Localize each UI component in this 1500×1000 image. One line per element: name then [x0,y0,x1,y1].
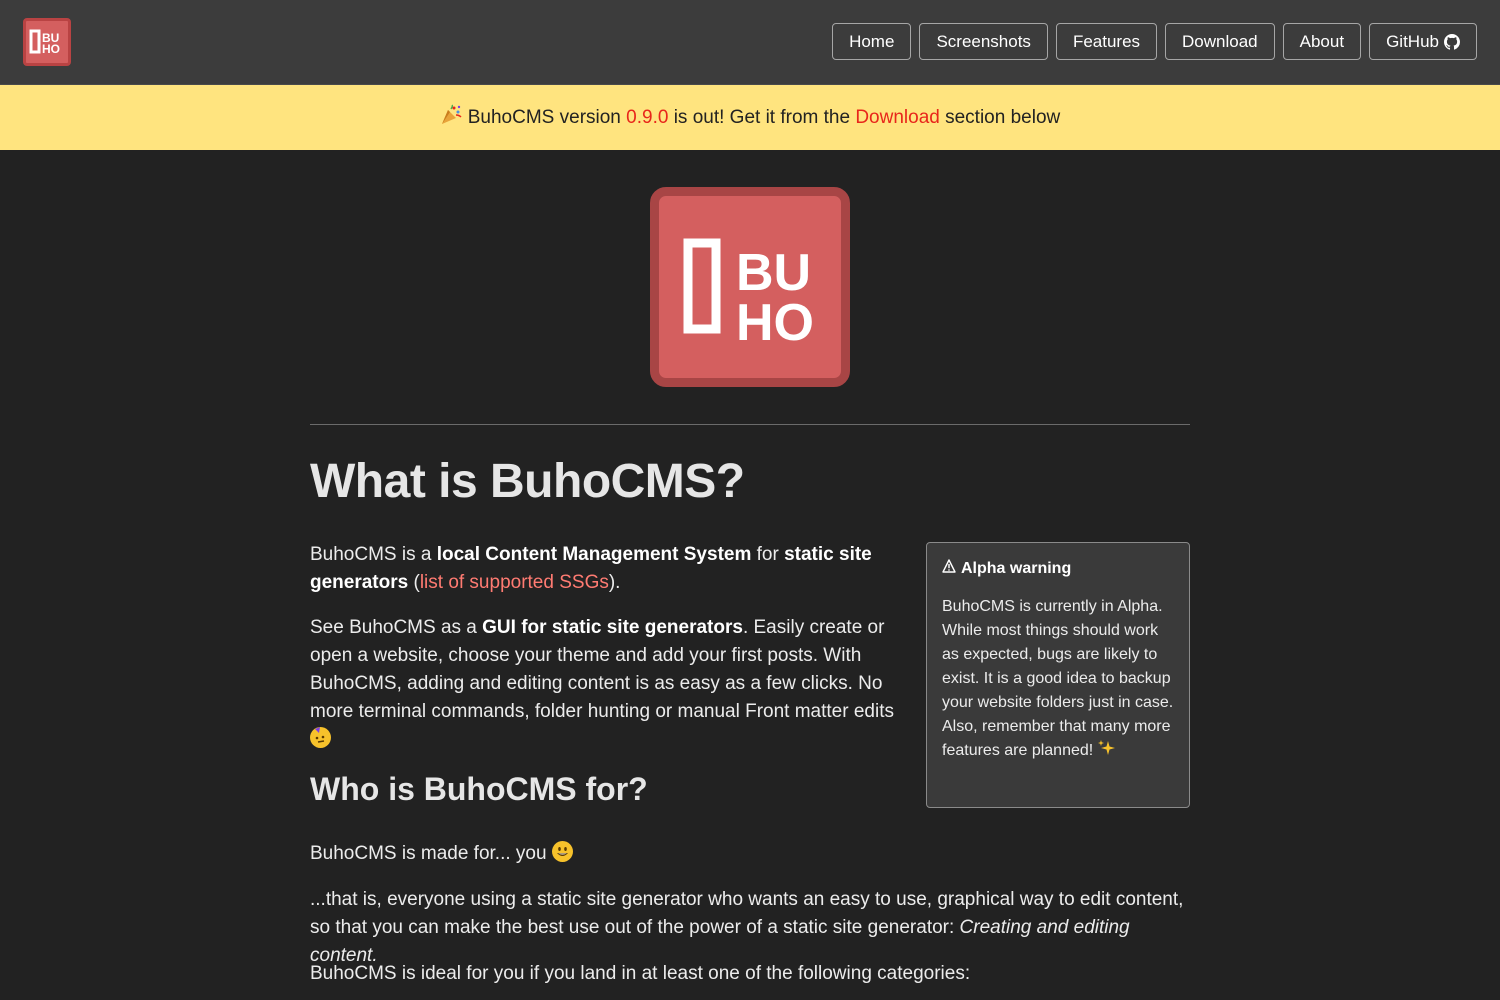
intro-paragraph: BuhoCMS is a local Content Management Sy… [310,541,900,597]
party-popper-icon [440,103,462,132]
alpha-warning-body: BuhoCMS is currently in Alpha. While mos… [942,595,1174,765]
alpha-warning-body-text: BuhoCMS is currently in Alpha. While mos… [942,598,1174,759]
supported-ssgs-link[interactable]: list of supported SSGs [420,572,609,593]
nav-features-button[interactable]: Features [1055,23,1158,60]
page-title: What is BuhoCMS? [310,455,745,508]
everyone-paragraph: ...that is, everyone using a static site… [310,886,1190,970]
gui-paragraph: See BuhoCMS as a GUI for static site gen… [310,614,910,754]
nav-screenshots-label: Screenshots [936,31,1031,51]
nav-features-label: Features [1072,31,1141,51]
grinning-face-icon [551,841,573,862]
top-navbar: BU HO Home Screenshots Features Download… [0,0,1500,85]
nav-download-label: Download [1182,31,1258,51]
nav-home-button[interactable]: Home [832,23,912,60]
gui-text-1: See BuhoCMS as a [310,617,483,638]
nav-about-label: About [1299,31,1345,51]
intro-text-4: ). [608,572,621,593]
banner-middle: is out! Get it from the [673,106,851,128]
categories-paragraph: BuhoCMS is ideal for you if you land in … [310,963,971,984]
svg-text:HO: HO [42,42,60,56]
alpha-warning-box: Alpha warning BuhoCMS is currently in Al… [926,542,1190,808]
buhocms-logo[interactable]: BU HO [23,18,71,66]
nav-github-button[interactable]: GitHub [1369,23,1477,60]
made-for-paragraph: BuhoCMS is made for... you [310,840,1190,868]
hero-logo: BU HO [650,187,850,387]
banner-version: 0.9.0 [626,106,669,128]
intro-bold-1: local Content Management System [436,544,752,565]
nav-github-label: GitHub [1386,31,1439,51]
banner-prefix: BuhoCMS version [467,106,621,128]
nav-home-label: Home [849,31,895,51]
banner-download-link[interactable]: Download [855,107,940,129]
warning-icon [942,559,956,578]
gui-bold: GUI for static site generators [482,617,743,638]
partying-face-icon [310,727,331,748]
section-divider [310,424,1190,425]
github-icon [1444,33,1460,50]
banner-suffix: section below [945,106,1061,128]
intro-text-2: for [751,544,785,565]
nav-download-button[interactable]: Download [1165,23,1275,60]
intro-text-1: BuhoCMS is a [310,544,437,565]
alpha-warning-title-text: Alpha warning [961,559,1072,577]
made-for-text: BuhoCMS is made for... you [310,843,547,864]
section-title-who: Who is BuhoCMS for? [310,771,648,807]
alpha-warning-title: Alpha warning [942,559,1174,578]
nav-screenshots-button[interactable]: Screenshots [919,23,1048,60]
nav-about-button[interactable]: About [1282,23,1362,60]
svg-text:HO: HO [736,294,814,352]
announcement-banner: BuhoCMS version 0.9.0 is out! Get it fro… [0,85,1500,150]
intro-text-3: ( [408,572,420,593]
main-nav: Home Screenshots Features Download About… [832,23,1477,60]
sparkles-icon [1097,739,1116,765]
